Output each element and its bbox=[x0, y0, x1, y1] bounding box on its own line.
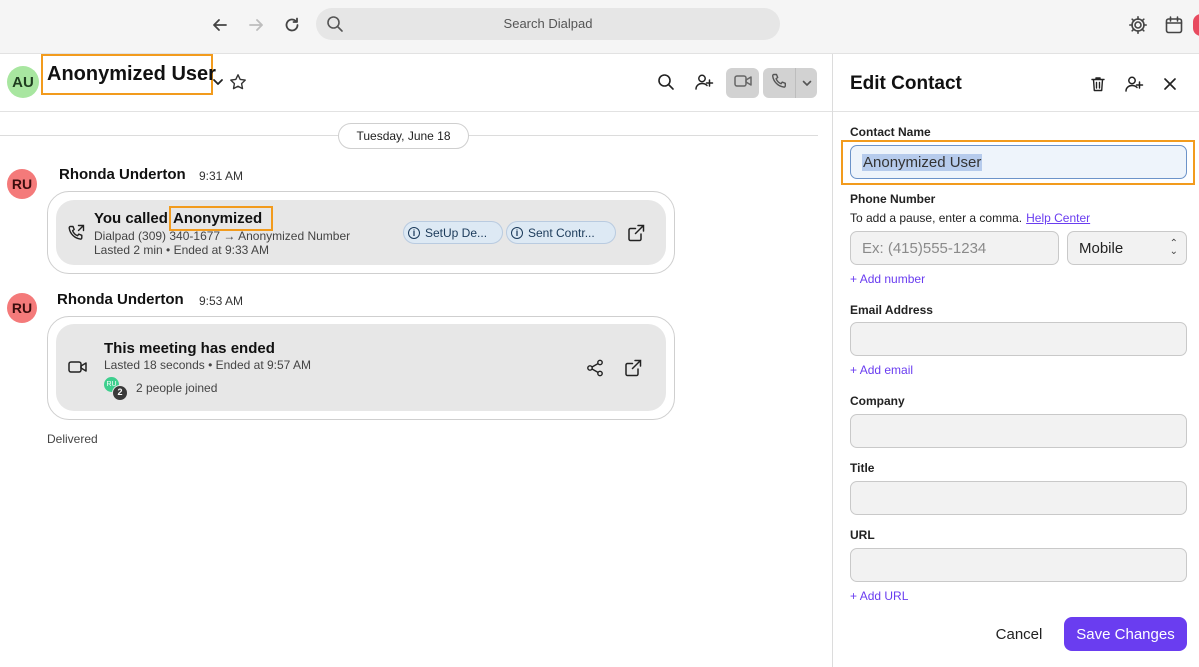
help-center-link[interactable]: Help Center bbox=[1026, 211, 1090, 225]
add-person-icon[interactable] bbox=[1122, 72, 1146, 96]
title-label: Title bbox=[850, 461, 875, 475]
participants-joined: 2 people joined bbox=[136, 381, 218, 395]
call-title-prefix: You called bbox=[94, 210, 168, 227]
chip-label: Sent Contr... bbox=[528, 225, 595, 240]
phone-hint: To add a pause, enter a comma. Help Cente… bbox=[850, 211, 1090, 225]
back-arrow-icon[interactable] bbox=[207, 12, 233, 38]
search-icon[interactable] bbox=[654, 70, 678, 94]
sender-avatar[interactable]: RU bbox=[7, 293, 37, 323]
open-external-icon[interactable] bbox=[626, 223, 646, 248]
video-call-button[interactable] bbox=[726, 68, 759, 98]
close-icon[interactable] bbox=[1158, 72, 1182, 96]
info-icon: i bbox=[408, 226, 420, 239]
save-changes-button[interactable]: Save Changes bbox=[1064, 617, 1187, 651]
phone-type-value: Mobile bbox=[1079, 240, 1124, 257]
video-icon bbox=[67, 358, 89, 381]
message-time: 9:53 AM bbox=[199, 294, 244, 308]
reload-icon[interactable] bbox=[279, 12, 305, 38]
url-input[interactable] bbox=[850, 548, 1187, 582]
panel-title: Edit Contact bbox=[850, 73, 962, 94]
contact-name-value: Anonymized User bbox=[862, 154, 983, 171]
url-label: URL bbox=[850, 528, 875, 542]
trash-icon[interactable] bbox=[1086, 72, 1110, 96]
call-route: Dialpad (309) 340-1677 → Anonymized Numb… bbox=[94, 229, 351, 243]
contact-name-input[interactable]: Anonymized User bbox=[850, 145, 1187, 179]
search-placeholder: Search Dialpad bbox=[503, 16, 593, 31]
search-input[interactable]: Search Dialpad bbox=[316, 8, 780, 40]
add-email-button[interactable]: + Add email bbox=[850, 363, 913, 377]
title-input[interactable] bbox=[850, 481, 1187, 515]
phone-number-input[interactable] bbox=[851, 232, 1058, 264]
share-icon[interactable] bbox=[585, 358, 605, 383]
phone-number-field[interactable] bbox=[850, 231, 1059, 265]
forward-arrow-icon[interactable] bbox=[243, 12, 269, 38]
add-email-label: Add email bbox=[859, 363, 914, 377]
phone-type-select[interactable]: Mobile ⌃ ⌄ bbox=[1067, 231, 1187, 265]
select-arrows-icon: ⌃ ⌄ bbox=[1169, 238, 1178, 257]
outgoing-call-icon bbox=[66, 223, 86, 248]
add-number-button[interactable]: + Add number bbox=[850, 272, 925, 286]
phone-hint-text: To add a pause, enter a comma. bbox=[850, 211, 1023, 225]
meeting-title: This meeting has ended bbox=[104, 340, 275, 357]
browser-toolbar: Search Dialpad bbox=[0, 0, 1199, 54]
user-avatar[interactable] bbox=[1193, 14, 1199, 36]
chip-label: SetUp De... bbox=[425, 225, 488, 240]
gear-icon[interactable] bbox=[1125, 12, 1151, 38]
edit-contact-panel: Edit Contact Contact Name Anonymized Use… bbox=[832, 54, 1199, 667]
disposition-chip[interactable]: i Sent Contr... bbox=[506, 221, 616, 244]
star-icon[interactable] bbox=[226, 70, 250, 94]
chevron-down-icon[interactable] bbox=[795, 68, 817, 98]
disposition-chip[interactable]: i SetUp De... bbox=[403, 221, 503, 244]
add-number-label: Add number bbox=[859, 272, 926, 286]
info-icon: i bbox=[511, 226, 523, 239]
company-label: Company bbox=[850, 394, 905, 408]
add-url-label: Add URL bbox=[859, 589, 909, 603]
sender-avatar[interactable]: RU bbox=[7, 169, 37, 199]
meeting-duration: Lasted 18 seconds • Ended at 9:57 AM bbox=[104, 358, 312, 372]
video-icon bbox=[733, 73, 753, 94]
message-time: 9:31 AM bbox=[199, 169, 244, 183]
phone-call-button[interactable] bbox=[763, 68, 817, 98]
participant-count-badge: 2 bbox=[112, 385, 128, 401]
email-label: Email Address bbox=[850, 303, 933, 317]
sender-name: Rhonda Underton bbox=[57, 291, 184, 308]
conversation-header: AU Anonymized User bbox=[0, 54, 832, 112]
call-title-name: Anonymized bbox=[173, 210, 263, 227]
cancel-button[interactable]: Cancel bbox=[986, 617, 1052, 651]
contact-title[interactable]: Anonymized User bbox=[47, 63, 216, 86]
company-input[interactable] bbox=[850, 414, 1187, 448]
date-divider: Tuesday, June 18 bbox=[338, 123, 469, 149]
open-external-icon[interactable] bbox=[623, 358, 643, 383]
calendar-icon[interactable] bbox=[1161, 12, 1187, 38]
contact-name-label: Contact Name bbox=[850, 125, 931, 139]
add-url-button[interactable]: + Add URL bbox=[850, 589, 908, 603]
sender-name: Rhonda Underton bbox=[59, 166, 186, 183]
delivery-status: Delivered bbox=[47, 432, 98, 446]
add-person-icon[interactable] bbox=[692, 70, 716, 94]
phone-icon bbox=[770, 72, 788, 95]
email-input[interactable] bbox=[850, 322, 1187, 356]
edit-contact-header: Edit Contact bbox=[833, 54, 1199, 112]
contact-avatar[interactable]: AU bbox=[7, 66, 39, 98]
phone-number-label: Phone Number bbox=[850, 192, 936, 206]
call-duration: Lasted 2 min • Ended at 9:33 AM bbox=[94, 243, 269, 257]
